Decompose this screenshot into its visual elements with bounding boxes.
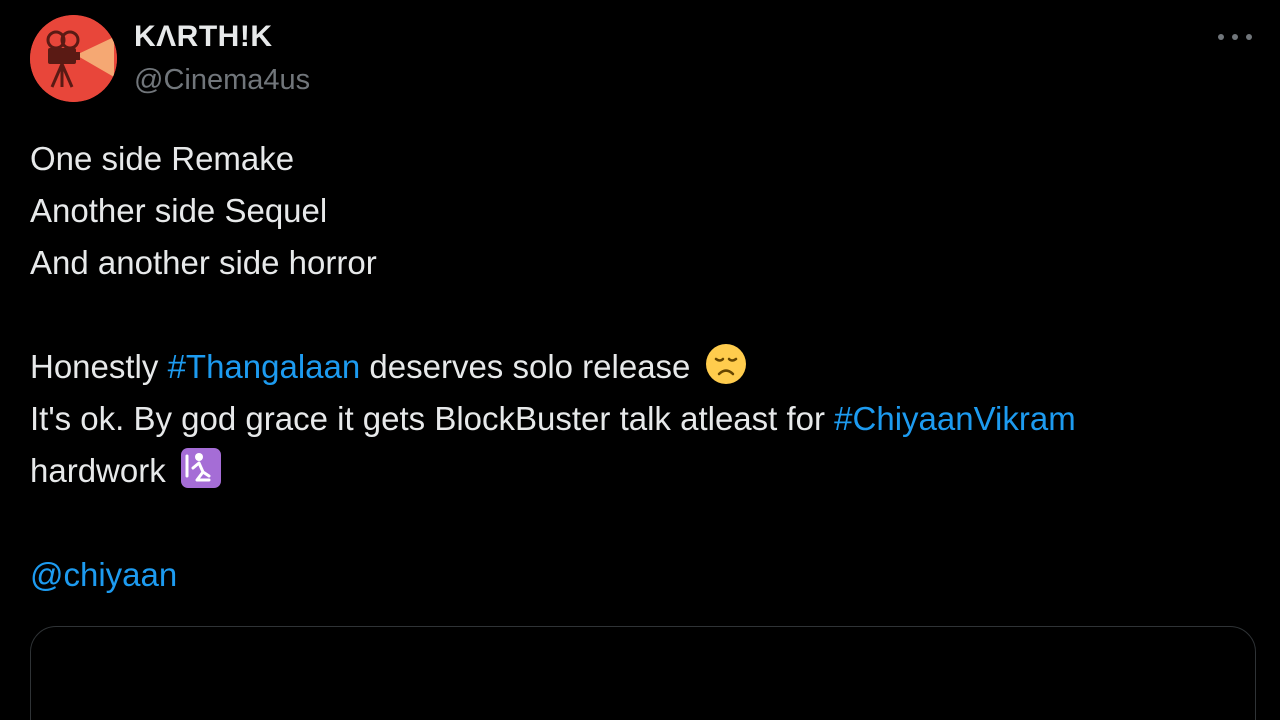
author-handle[interactable]: @Cinema4us bbox=[134, 62, 310, 98]
tweet: KΛRTH!K @Cinema4us One side Remake Anoth… bbox=[0, 0, 1280, 720]
text-segment: It's ok. By god grace it gets BlockBuste… bbox=[30, 400, 835, 437]
avatar[interactable] bbox=[30, 15, 117, 102]
tweet-line: One side Remake bbox=[30, 140, 295, 177]
tweet-line: And another side horror bbox=[30, 244, 377, 281]
tweet-line: It's ok. By god grace it gets BlockBuste… bbox=[30, 393, 1260, 445]
author-display-name[interactable]: KΛRTH!K bbox=[134, 18, 273, 56]
hashtag-thangalaan-link[interactable]: #Thangalaan bbox=[168, 348, 361, 385]
disappointed-face-emoji bbox=[704, 342, 748, 386]
tweet-line: @chiyaan bbox=[30, 549, 1260, 601]
media-attachment[interactable] bbox=[30, 626, 1256, 720]
text-segment: hardwork bbox=[30, 452, 175, 489]
text-segment: Honestly bbox=[30, 348, 168, 385]
tweet-text: One side Remake Another side Sequel And … bbox=[30, 133, 1260, 601]
tweet-line: Another side Sequel bbox=[30, 192, 328, 229]
tweet-line: hardwork bbox=[30, 445, 1260, 497]
text-segment: deserves solo release bbox=[360, 348, 691, 385]
hashtag-chiyaanvikram-link[interactable]: #ChiyaanVikram bbox=[834, 400, 1076, 437]
more-horizontal-icon bbox=[1218, 34, 1252, 40]
tweet-line: Honestly #Thangalaan deserves solo relea… bbox=[30, 341, 1260, 393]
person-kneeling-emoji bbox=[179, 446, 223, 490]
movie-camera-icon bbox=[30, 15, 117, 102]
mention-chiyaan-link[interactable]: @chiyaan bbox=[30, 556, 177, 593]
more-options-button[interactable] bbox=[1212, 22, 1258, 52]
